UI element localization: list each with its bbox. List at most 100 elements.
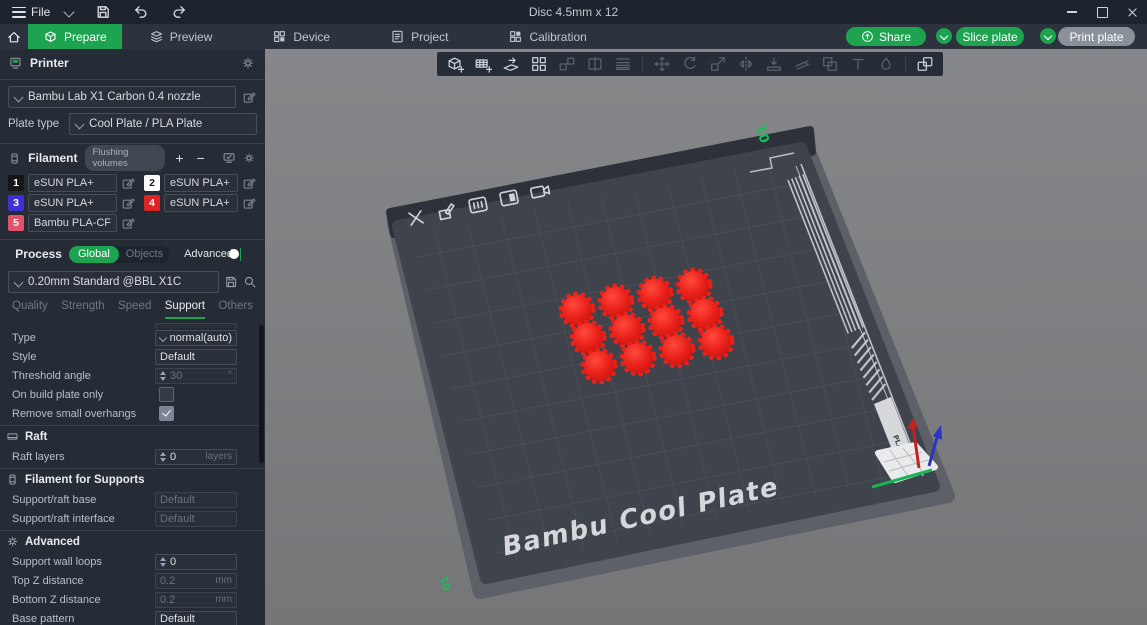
printer-settings-gear-icon[interactable] <box>241 56 255 70</box>
setting-label: Support/raft base <box>12 494 155 506</box>
file-menu[interactable]: File <box>6 3 56 21</box>
filament-color-chip[interactable]: 2 <box>144 175 160 191</box>
support-style-select[interactable]: Default <box>155 349 237 365</box>
assembly-view-icon[interactable] <box>914 53 936 75</box>
mirror-icon <box>735 53 757 75</box>
filament-header: Filament Flushing volumes + − <box>0 144 265 170</box>
edit-filament-icon[interactable] <box>121 196 136 211</box>
scope-global[interactable]: Global <box>69 246 119 263</box>
file-menu-expand[interactable] <box>60 8 78 16</box>
settings-scrollbar[interactable] <box>259 325 264 463</box>
save-icon[interactable] <box>90 2 116 22</box>
setting-label: Raft layers <box>12 451 155 463</box>
chevron-down-icon <box>14 277 24 287</box>
print-dropdown-icon[interactable] <box>1040 28 1056 44</box>
redo-icon[interactable] <box>166 2 192 22</box>
split-to-parts-icon <box>584 53 606 75</box>
slice-dropdown-icon[interactable] <box>936 28 952 44</box>
arrange-plate-icon[interactable] <box>465 192 491 218</box>
edit-filament-icon[interactable] <box>242 196 257 211</box>
scope-segmented-control[interactable]: Global Objects <box>69 246 170 263</box>
advanced-section-header: Advanced <box>0 530 265 552</box>
filament-for-supports-header: Filament for Supports <box>0 468 265 490</box>
setting-label: Style <box>12 351 155 363</box>
support-type-select[interactable]: normal(auto) <box>155 330 237 346</box>
search-preset-icon[interactable] <box>243 275 257 289</box>
edit-filament-icon[interactable] <box>242 176 257 191</box>
filament-list: 1 eSUN PLA+ 2 eSUN PLA+ 3 eSUN PLA+ 4 eS… <box>8 174 257 232</box>
title-bar: File Disc 4.5mm x 12 <box>0 0 1147 24</box>
minimize-button[interactable] <box>1057 0 1087 24</box>
printer-header: Printer <box>0 49 265 75</box>
undo-icon[interactable] <box>128 2 154 22</box>
print-plate-button[interactable]: Print plate <box>1058 27 1135 46</box>
on-build-plate-only-checkbox[interactable] <box>159 387 174 402</box>
save-preset-icon[interactable] <box>224 275 238 289</box>
filament-color-chip[interactable]: 5 <box>8 215 24 231</box>
remove-small-overhangs-checkbox[interactable] <box>159 406 174 421</box>
plate-type-select[interactable]: Cool Plate / PLA Plate <box>69 113 257 135</box>
chevron-down-icon <box>75 119 85 129</box>
support-wall-loops-input[interactable]: 0 <box>155 554 237 570</box>
hamburger-icon <box>12 7 26 18</box>
process-preset-select[interactable]: 0.20mm Standard @BBL X1C <box>8 271 219 293</box>
support-raft-interface-select[interactable]: Default <box>155 511 237 527</box>
scope-objects[interactable]: Objects <box>119 248 170 260</box>
filament-color-chip[interactable]: 4 <box>144 195 160 211</box>
tab-others[interactable]: Others <box>218 300 253 319</box>
setting-label: Threshold angle <box>12 370 155 382</box>
slice-plate-button[interactable]: Slice plate <box>956 27 1024 46</box>
tab-speed[interactable]: Speed <box>118 300 151 319</box>
printer-preset-select[interactable]: Bambu Lab X1 Carbon 0.4 nozzle <box>8 86 236 108</box>
spinner-icon[interactable] <box>160 371 166 381</box>
edit-filament-icon[interactable] <box>121 216 136 231</box>
spinner-icon[interactable] <box>160 452 166 462</box>
filament-slot-2[interactable]: 2 eSUN PLA+ <box>144 174 257 192</box>
remove-filament-button[interactable]: − <box>194 150 208 166</box>
share-button[interactable]: Share <box>846 27 926 46</box>
threshold-angle-input[interactable]: 30° <box>155 368 237 384</box>
edit-printer-icon[interactable] <box>242 90 257 105</box>
main-tab-bar: Prepare Preview Device Project Calibrati… <box>0 24 1147 49</box>
filament-color-chip[interactable]: 1 <box>8 175 24 191</box>
filament-slot-4[interactable]: 4 eSUN PLA+ <box>144 194 257 212</box>
tab-support[interactable]: Support <box>165 300 205 319</box>
spinner-icon[interactable] <box>160 557 166 567</box>
top-z-distance-input[interactable]: 0.2mm <box>155 573 237 589</box>
raft-layers-input[interactable]: 0layers <box>155 449 237 465</box>
bottom-z-distance-input[interactable]: 0.2mm <box>155 592 237 608</box>
chevron-down-icon <box>14 92 24 102</box>
plate-logo-mark-front: 01 <box>439 575 454 592</box>
ams-sync-icon[interactable] <box>222 150 236 166</box>
setting-label: Type <box>12 332 155 344</box>
filament-slot-5[interactable]: 5 Bambu PLA-CF <box>8 214 136 232</box>
filament-slot-1[interactable]: 1 eSUN PLA+ <box>8 174 136 192</box>
arrange-icon[interactable] <box>528 53 550 75</box>
tab-quality[interactable]: Quality <box>12 300 48 319</box>
delete-plate-icon[interactable] <box>403 205 429 231</box>
plate-settings-icon[interactable] <box>496 185 522 211</box>
base-pattern-select[interactable]: Default <box>155 611 237 625</box>
support-raft-base-select[interactable]: Default <box>155 492 237 508</box>
filament-color-chip[interactable]: 3 <box>8 195 24 211</box>
maximize-button[interactable] <box>1087 0 1117 24</box>
raft-icon <box>6 430 19 443</box>
setting-label: Support wall loops <box>12 556 155 568</box>
add-object-icon[interactable] <box>444 53 466 75</box>
edit-filament-icon[interactable] <box>121 176 136 191</box>
cut-icon <box>791 53 813 75</box>
flushing-volumes-button[interactable]: Flushing volumes <box>85 145 166 171</box>
tab-strength[interactable]: Strength <box>61 300 104 319</box>
viewport-3d[interactable]: PLA 01 01 <box>265 49 1147 625</box>
edit-plate-name-icon[interactable] <box>434 198 460 224</box>
add-filament-button[interactable]: + <box>172 150 186 166</box>
filament-slot-3[interactable]: 3 eSUN PLA+ <box>8 194 136 212</box>
filament-settings-gear-icon[interactable] <box>243 151 255 165</box>
auto-orient-icon[interactable] <box>500 53 522 75</box>
setting-label: On build plate only <box>12 389 155 401</box>
add-plate-icon[interactable] <box>472 53 494 75</box>
setting-label: Remove small overhangs <box>12 408 155 420</box>
snapshot-icon[interactable] <box>527 178 553 204</box>
close-button[interactable] <box>1117 0 1147 24</box>
toolbar-separator <box>905 57 906 72</box>
